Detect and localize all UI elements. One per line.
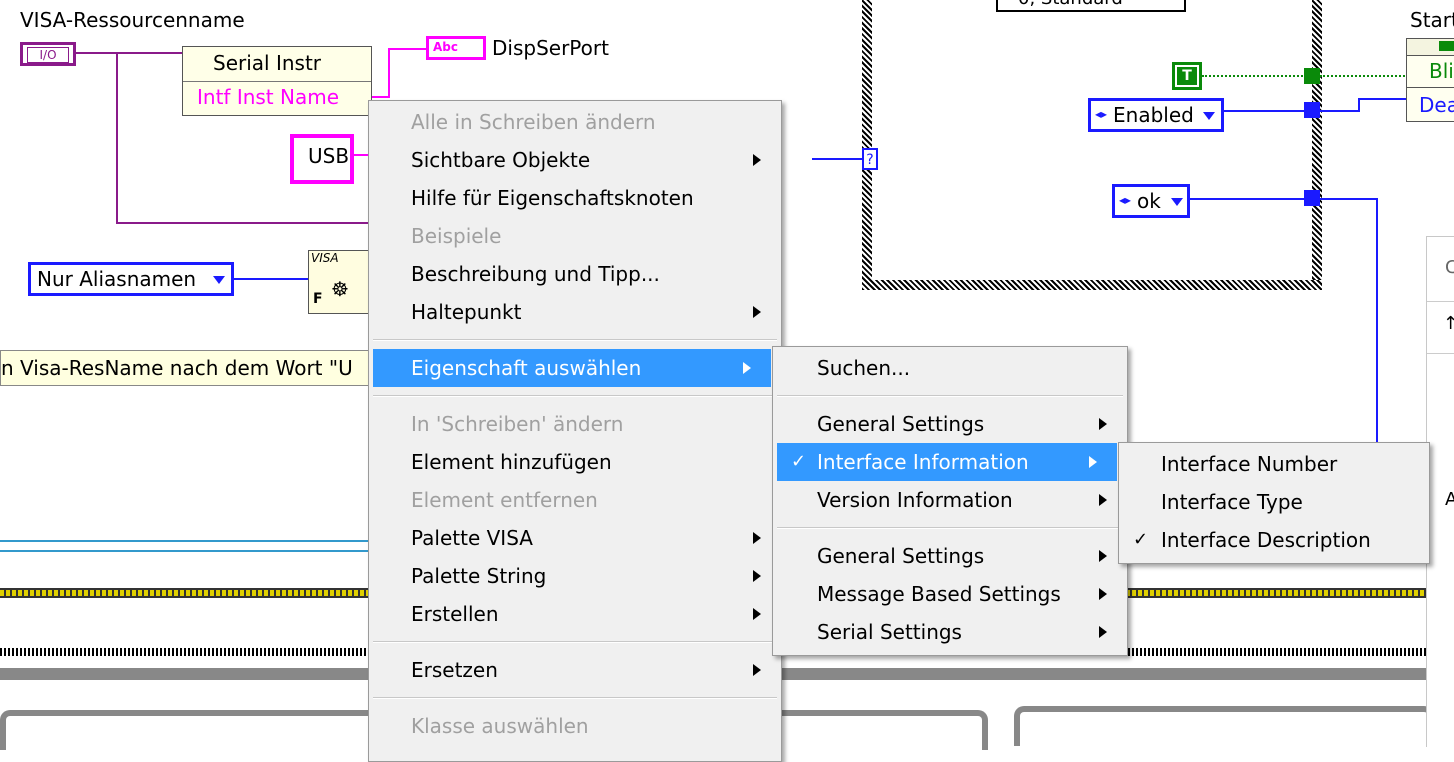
dispserport-label: DispSerPort: [492, 36, 609, 60]
dispserport-indicator[interactable]: Abc: [426, 36, 486, 60]
checkmark-icon: ✓: [1133, 529, 1149, 550]
start-label: Start: [1410, 8, 1454, 32]
submenu-item-interface-number[interactable]: Interface Number: [1119, 445, 1429, 483]
indicator-glyph: Abc: [433, 40, 458, 54]
menu-item-haltepunkt[interactable]: Haltepunkt: [369, 293, 781, 331]
submenu-item-interface-description[interactable]: ✓ Interface Description: [1119, 521, 1429, 559]
submenu-arrow-icon: [743, 362, 751, 374]
menu-item-element-hinzufuegen[interactable]: Element hinzufügen: [369, 443, 781, 481]
submenu-item-message-based-settings[interactable]: Message Based Settings: [773, 575, 1127, 613]
submenu-item-interface-type[interactable]: Interface Type: [1119, 483, 1429, 521]
visa-find-resource-node[interactable]: VISA F ☸: [308, 250, 370, 314]
ring-increment-icon: ◂▸: [1095, 107, 1108, 121]
enabled-ring-constant[interactable]: ◂▸ Enabled: [1088, 98, 1224, 132]
submenu-item-general-settings[interactable]: General Settings: [773, 405, 1127, 443]
ring-dropdown-icon: [1203, 112, 1215, 120]
property-node-class: Serial Instr: [213, 51, 322, 75]
visa-node-f: F: [313, 291, 323, 307]
checkmark-icon: ✓: [791, 451, 807, 472]
property-submenu: Suchen... General Settings ✓ Interface I…: [772, 346, 1128, 656]
property-node[interactable]: Serial Instr Intf Inst Name: [182, 46, 372, 116]
submenu-arrow-icon: [1099, 494, 1107, 506]
submenu-arrow-icon: [753, 306, 761, 318]
alias-ring-text: Nur Aliasnamen: [37, 267, 197, 291]
menu-item-in-schreiben-aendern: In 'Schreiben' ändern: [411, 412, 624, 436]
submenu-item-suchen[interactable]: Suchen...: [773, 349, 1127, 387]
submenu-item-general-settings-2[interactable]: General Settings: [773, 537, 1127, 575]
bundle-node[interactable]: Bli Dea: [1406, 38, 1454, 122]
submenu-arrow-icon: [1099, 588, 1107, 600]
visa-node-label: VISA: [311, 251, 339, 265]
menu-item-sichtbare-objekte[interactable]: Sichtbare Objekte: [369, 141, 781, 179]
menu-item-beispiele: Beispiele: [411, 224, 502, 248]
menu-item-ersetzen[interactable]: Ersetzen: [369, 651, 781, 689]
right-panel: C ↑ A: [1426, 236, 1454, 747]
usb-constant[interactable]: USB: [290, 134, 354, 184]
usb-constant-text: USB: [308, 144, 350, 168]
io-terminal-text: I/O: [27, 47, 69, 63]
submenu-arrow-icon: [1099, 418, 1107, 430]
free-label-comment: n Visa-ResName nach dem Wort "U: [0, 350, 372, 386]
menu-item-hilfe[interactable]: Hilfe für Eigenschaftsknoten: [369, 179, 781, 217]
submenu-item-serial-settings[interactable]: Serial Settings: [773, 613, 1127, 651]
true-constant-text: T: [1177, 67, 1197, 85]
ring-increment-icon: ◂▸: [1119, 193, 1132, 207]
property-node-item[interactable]: Intf Inst Name: [197, 85, 339, 109]
visa-resource-label: VISA-Ressourcenname: [20, 8, 245, 32]
submenu-arrow-icon: [1099, 550, 1107, 562]
true-constant[interactable]: T: [1172, 62, 1202, 90]
menu-item-palette-string[interactable]: Palette String: [369, 557, 781, 595]
menu-item-klasse-auswaehlen: Klasse auswählen: [411, 714, 589, 738]
submenu-arrow-icon: [753, 154, 761, 166]
ring-dropdown-icon: [1171, 198, 1183, 206]
ring-dropdown-icon: [213, 276, 225, 284]
submenu-arrow-icon: [1089, 456, 1097, 468]
submenu-arrow-icon: [753, 570, 761, 582]
submenu-arrow-icon: [753, 664, 761, 676]
ok-ring-text: ok: [1137, 189, 1161, 213]
interface-information-submenu: Interface Number Interface Type ✓ Interf…: [1118, 442, 1430, 564]
submenu-item-version-information[interactable]: Version Information: [773, 481, 1127, 519]
enabled-ring-text: Enabled: [1113, 103, 1194, 127]
menu-item-element-entfernen: Element entfernen: [411, 488, 598, 512]
binoculars-icon: ☸: [331, 277, 349, 301]
menu-item-alle-in-schreiben: Alle in Schreiben ändern: [411, 110, 656, 134]
menu-item-erstellen[interactable]: Erstellen: [369, 595, 781, 633]
up-arrow-icon: ↑: [1443, 313, 1454, 334]
alias-ring-constant[interactable]: Nur Aliasnamen: [28, 262, 234, 296]
bundle-item-dea: Dea: [1419, 93, 1454, 117]
menu-item-palette-visa[interactable]: Palette VISA: [369, 519, 781, 557]
submenu-arrow-icon: [1099, 626, 1107, 638]
question-tunnel: ?: [862, 148, 878, 170]
bundle-item-bli: Bli: [1429, 59, 1454, 83]
partial-ring-top[interactable]: 0, Standard: [996, 0, 1186, 12]
submenu-arrow-icon: [753, 532, 761, 544]
context-menu: Alle in Schreiben ändern Sichtbare Objek…: [368, 100, 782, 762]
submenu-item-interface-information[interactable]: ✓ Interface Information: [777, 443, 1117, 481]
menu-item-beschreibung[interactable]: Beschreibung und Tipp...: [369, 255, 781, 293]
menu-item-eigenschaft-auswaehlen[interactable]: Eigenschaft auswählen: [373, 349, 771, 387]
submenu-arrow-icon: [753, 608, 761, 620]
ok-ring-constant[interactable]: ◂▸ ok: [1112, 184, 1190, 218]
visa-io-terminal[interactable]: I/O: [20, 42, 76, 66]
